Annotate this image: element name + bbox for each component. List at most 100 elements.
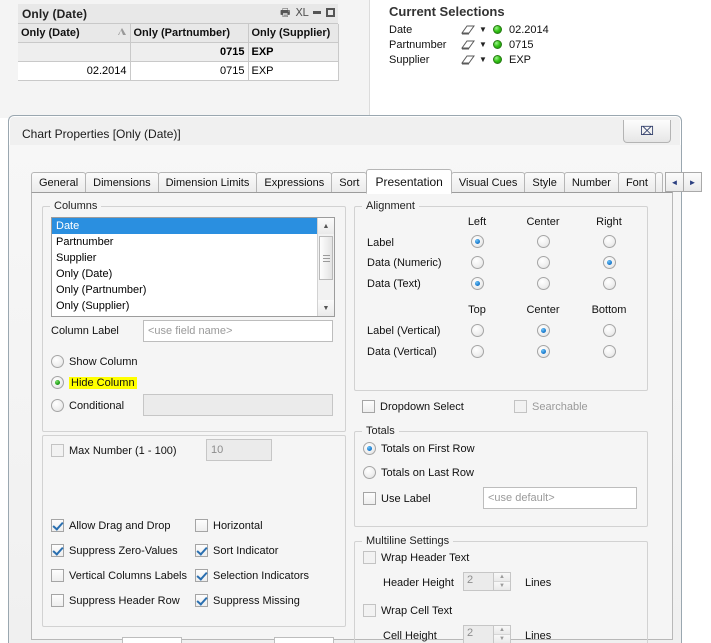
stepper-buttons[interactable]: ▲ ▼ [493, 626, 510, 643]
print-icon[interactable]: 🖶 [280, 6, 290, 19]
checkbox-suppress-header-row[interactable]: Suppress Header Row [51, 594, 180, 607]
scroll-down-icon[interactable]: ▼ [318, 300, 334, 316]
listbox-item-only-date[interactable]: Only (Date) [52, 266, 334, 282]
radio-label-valign-top[interactable] [471, 324, 484, 337]
eraser-icon[interactable] [461, 54, 479, 65]
scroll-up-icon[interactable]: ▲ [318, 218, 334, 234]
radio-label-valign-bottom[interactable] [603, 324, 616, 337]
checkbox-max-number[interactable]: Max Number (1 - 100) [51, 444, 177, 457]
minimize-icon[interactable] [313, 10, 321, 14]
radio-data-text-align-left[interactable] [471, 277, 484, 290]
checkbox-horizontal[interactable]: Horizontal [195, 519, 263, 532]
chevron-down-icon[interactable]: ▼ [479, 40, 493, 49]
tab-sort[interactable]: Sort [331, 172, 368, 193]
listbox-item-date[interactable]: Date [52, 218, 334, 234]
checkbox-label: Suppress Header Row [69, 594, 180, 607]
column-header-only-partnumber[interactable]: Only (Partnumber) [130, 24, 249, 43]
checkbox-sort-indicator[interactable]: Sort Indicator [195, 544, 278, 557]
radio-data-numeric-align-center[interactable] [537, 256, 550, 269]
eraser-icon[interactable] [461, 39, 479, 50]
missing-symbol-input[interactable]: - [274, 637, 334, 643]
radio-label-valign-center[interactable] [537, 324, 550, 337]
columns-listbox[interactable]: Date Partnumber Supplier Only (Date) Onl… [51, 217, 335, 317]
stepper-down-icon[interactable]: ▼ [494, 635, 510, 643]
checkbox-indicator [51, 569, 64, 582]
cell-height-value: 2 [467, 627, 474, 639]
checkbox-wrap-header-text[interactable]: Wrap Header Text [363, 551, 469, 564]
selection-field-label: Supplier [389, 53, 430, 66]
stepper-down-icon[interactable]: ▼ [494, 582, 510, 590]
radio-data-text-align-right[interactable] [603, 277, 616, 290]
radio-data-valign-bottom[interactable] [603, 345, 616, 358]
checkbox-suppress-zero-values[interactable]: Suppress Zero-Values [51, 544, 178, 557]
tab-number[interactable]: Number [563, 172, 619, 193]
tab-general[interactable]: General [31, 172, 87, 193]
selection-row-supplier[interactable]: Supplier ▼ EXP [389, 52, 689, 67]
tab-scroll-right-icon[interactable]: ► [682, 172, 702, 192]
selection-row-date[interactable]: Date ▼ 02.2014 [389, 22, 689, 37]
tab-expressions[interactable]: Expressions [256, 172, 333, 193]
tab-visual-cues[interactable]: Visual Cues [450, 172, 526, 193]
tab-style[interactable]: Style [524, 172, 565, 193]
checkbox-vertical-columns-labels[interactable]: Vertical Columns Labels [51, 569, 187, 582]
column-label-input[interactable]: <use field name> [143, 320, 333, 342]
checkbox-dropdown-select[interactable]: Dropdown Select [362, 400, 464, 413]
chevron-down-icon[interactable]: ▼ [479, 55, 493, 64]
close-icon[interactable]: ⌧ [623, 120, 671, 143]
stepper-up-icon[interactable]: ▲ [494, 573, 510, 582]
selection-field-label: Partnumber [389, 38, 447, 51]
checkbox-use-label[interactable]: Use Label [363, 492, 431, 505]
listbox-item-partnumber[interactable]: Partnumber [52, 234, 334, 250]
checkbox-label: Vertical Columns Labels [69, 569, 188, 582]
radio-indicator [51, 399, 64, 412]
selection-state-indicator [493, 55, 502, 64]
radio-label-align-left[interactable] [471, 235, 484, 248]
checkbox-indicator [514, 400, 527, 413]
tab-scroll-left-icon[interactable]: ◄ [664, 172, 683, 192]
table-caption-bar[interactable]: Only (Date) 🖶 XL [18, 4, 338, 24]
null-symbol-input[interactable]: - [122, 637, 182, 643]
listbox-item-only-supplier[interactable]: Only (Supplier) [52, 298, 334, 314]
checkbox-allow-drag-and-drop[interactable]: Allow Drag and Drop [51, 519, 171, 532]
radio-conditional[interactable]: Conditional [51, 399, 124, 412]
radio-data-valign-center[interactable] [537, 345, 550, 358]
listbox-item-supplier[interactable]: Supplier [52, 250, 334, 266]
radio-data-numeric-align-left[interactable] [471, 256, 484, 269]
radio-show-column[interactable]: Show Column [51, 355, 137, 368]
cell-partnumber[interactable]: 0715 [130, 61, 249, 81]
listbox-item-only-partnumber[interactable]: Only (Partnumber) [52, 282, 334, 298]
table-row[interactable]: 02.2014 0715 EXP [18, 61, 339, 81]
radio-data-numeric-align-right[interactable] [603, 256, 616, 269]
chevron-down-icon[interactable]: ▼ [479, 25, 493, 34]
column-header-only-date[interactable]: Only (Date) [18, 24, 131, 43]
checkbox-wrap-cell-text[interactable]: Wrap Cell Text [363, 604, 452, 617]
tab-presentation[interactable]: Presentation [366, 169, 452, 194]
scrollbar-thumb[interactable] [319, 236, 333, 280]
selection-row-partnumber[interactable]: Partnumber ▼ 0715 [389, 37, 689, 52]
maximize-icon[interactable] [326, 8, 335, 17]
radio-hide-column[interactable]: Hide Column [51, 376, 137, 389]
tab-dimensions[interactable]: Dimensions [85, 172, 159, 193]
cell-date[interactable]: 02.2014 [18, 61, 131, 81]
header-height-label: Header Height [383, 577, 454, 589]
checkbox-selection-indicators[interactable]: Selection Indicators [195, 569, 309, 582]
column-header-only-supplier[interactable]: Only (Supplier) [248, 24, 339, 43]
cell-supplier[interactable]: EXP [248, 61, 339, 81]
checkbox-label: Selection Indicators [213, 569, 309, 582]
radio-data-valign-top[interactable] [471, 345, 484, 358]
listbox-scrollbar[interactable]: ▲ ▼ [317, 218, 334, 316]
excel-export-icon[interactable]: XL [295, 6, 308, 19]
radio-data-text-align-center[interactable] [537, 277, 550, 290]
tab-font[interactable]: Font [617, 172, 656, 193]
tab-dimension-limits[interactable]: Dimension Limits [157, 172, 258, 193]
checkbox-suppress-missing[interactable]: Suppress Missing [195, 594, 300, 607]
radio-totals-last-row[interactable]: Totals on Last Row [363, 466, 474, 479]
tab-layout[interactable]: La [654, 172, 663, 193]
radio-label-align-right[interactable] [603, 235, 616, 248]
radio-label-align-center[interactable] [537, 235, 550, 248]
use-label-input[interactable]: <use default> [483, 487, 637, 509]
stepper-buttons[interactable]: ▲ ▼ [493, 573, 510, 590]
radio-totals-first-row[interactable]: Totals on First Row [363, 442, 475, 455]
stepper-up-icon[interactable]: ▲ [494, 626, 510, 635]
eraser-icon[interactable] [461, 24, 479, 35]
